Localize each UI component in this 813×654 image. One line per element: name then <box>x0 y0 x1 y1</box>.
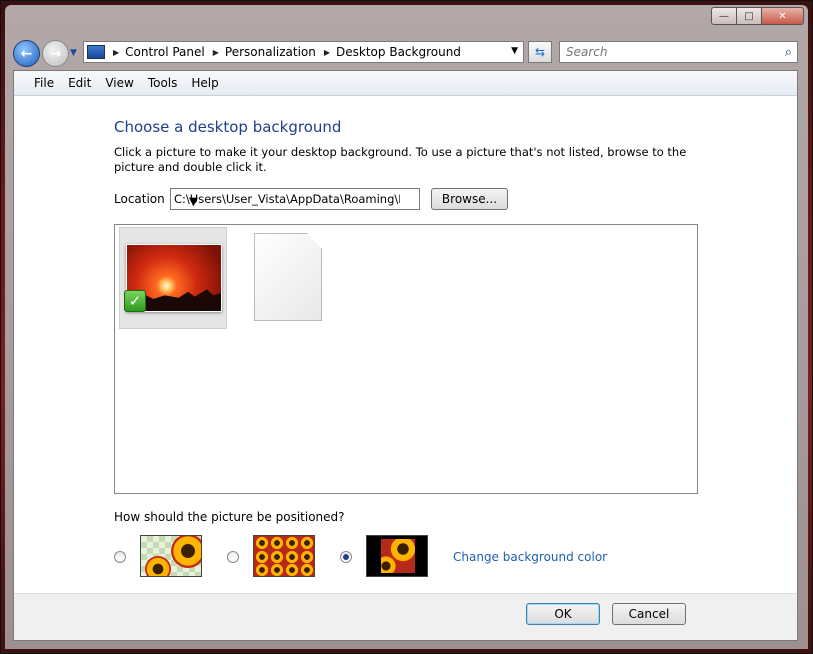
minimize-button[interactable]: — <box>711 7 736 25</box>
maximize-button[interactable]: □ <box>736 7 761 25</box>
browse-button[interactable]: Browse... <box>431 188 508 210</box>
radio-center[interactable] <box>114 551 126 563</box>
flower-graphic <box>285 563 299 576</box>
flower-graphic <box>300 550 314 564</box>
ok-button[interactable]: OK <box>526 603 600 625</box>
chevron-right-icon[interactable]: ▶ <box>113 48 119 57</box>
breadcrumb-desktop-background[interactable]: Desktop Background <box>336 45 461 59</box>
chevron-down-icon: ▼ <box>189 194 198 208</box>
flower-graphic <box>285 550 299 564</box>
caption-buttons: — □ ✕ <box>711 7 804 25</box>
dialog-footer: OK Cancel <box>14 593 797 640</box>
flower-graphic <box>145 556 171 576</box>
radio-tile[interactable] <box>227 551 239 563</box>
search-input[interactable] <box>564 44 768 60</box>
content-area: File Edit View Tools Help Choose a deskt… <box>13 70 798 641</box>
cancel-button[interactable]: Cancel <box>612 603 686 625</box>
menu-file[interactable]: File <box>27 76 61 90</box>
search-box: ⌕ <box>559 41 798 63</box>
center-preview-image[interactable] <box>140 535 202 577</box>
flower-graphic <box>270 536 284 550</box>
refresh-button[interactable]: ⇆ <box>528 41 552 63</box>
menu-edit[interactable]: Edit <box>61 76 98 90</box>
chevron-right-icon[interactable]: ▶ <box>213 48 219 57</box>
flower-graphic <box>255 563 269 576</box>
back-button[interactable]: ← <box>13 40 40 67</box>
flower-graphic <box>270 550 284 564</box>
flower-graphic <box>270 563 284 576</box>
menu-view[interactable]: View <box>98 76 140 90</box>
breadcrumb-personalization[interactable]: Personalization <box>225 45 316 59</box>
menu-tools[interactable]: Tools <box>141 76 185 90</box>
change-background-color-link[interactable]: Change background color <box>453 550 607 564</box>
navigation-bar: ← → ▼ ▶ Control Panel ▶ Personalization … <box>13 38 800 67</box>
flower-graphic <box>300 536 314 550</box>
history-dropdown-icon[interactable]: ▼ <box>70 48 80 58</box>
arrow-left-icon: ← <box>20 45 33 62</box>
instructions-text: Click a picture to make it your desktop … <box>114 145 687 174</box>
arrow-right-icon: → <box>49 45 62 62</box>
tile-preview-image[interactable] <box>253 535 315 577</box>
picture-item-sunset[interactable]: ✓ <box>119 227 227 329</box>
flower-graphic <box>285 536 299 550</box>
address-bar[interactable]: ▶ Control Panel ▶ Personalization ▶ Desk… <box>83 41 524 63</box>
fit-picture <box>381 539 415 573</box>
close-button[interactable]: ✕ <box>761 7 804 25</box>
page-title: Choose a desktop background <box>114 118 342 136</box>
forward-button[interactable]: → <box>42 40 69 67</box>
address-dropdown-icon[interactable]: ▼ <box>511 46 518 56</box>
window: — □ ✕ ← → ▼ ▶ Control Panel ▶ Personaliz… <box>0 0 813 654</box>
breadcrumb-control-panel[interactable]: Control Panel <box>125 45 205 59</box>
flower-graphic <box>255 536 269 550</box>
menu-bar: File Edit View Tools Help <box>14 71 797 96</box>
chevron-right-icon[interactable]: ▶ <box>324 48 330 57</box>
fit-preview-image[interactable] <box>366 535 428 577</box>
flower-graphic <box>171 536 201 568</box>
picture-list: ✓ <box>114 224 698 494</box>
control-panel-icon <box>87 45 105 59</box>
location-dropdown[interactable]: C:\Users\User_Vista\AppData\Roaming\Mc ▼ <box>170 188 420 210</box>
location-label: Location <box>114 192 165 206</box>
picture-item-blank-file[interactable] <box>254 233 322 321</box>
radio-fit[interactable] <box>340 551 352 563</box>
refresh-icon: ⇆ <box>534 45 546 59</box>
menu-help[interactable]: Help <box>184 76 225 90</box>
check-icon: ✓ <box>124 290 146 312</box>
position-question: How should the picture be positioned? <box>114 510 345 524</box>
flower-graphic <box>300 563 314 576</box>
search-icon[interactable]: ⌕ <box>785 45 792 60</box>
flower-graphic <box>255 550 269 564</box>
